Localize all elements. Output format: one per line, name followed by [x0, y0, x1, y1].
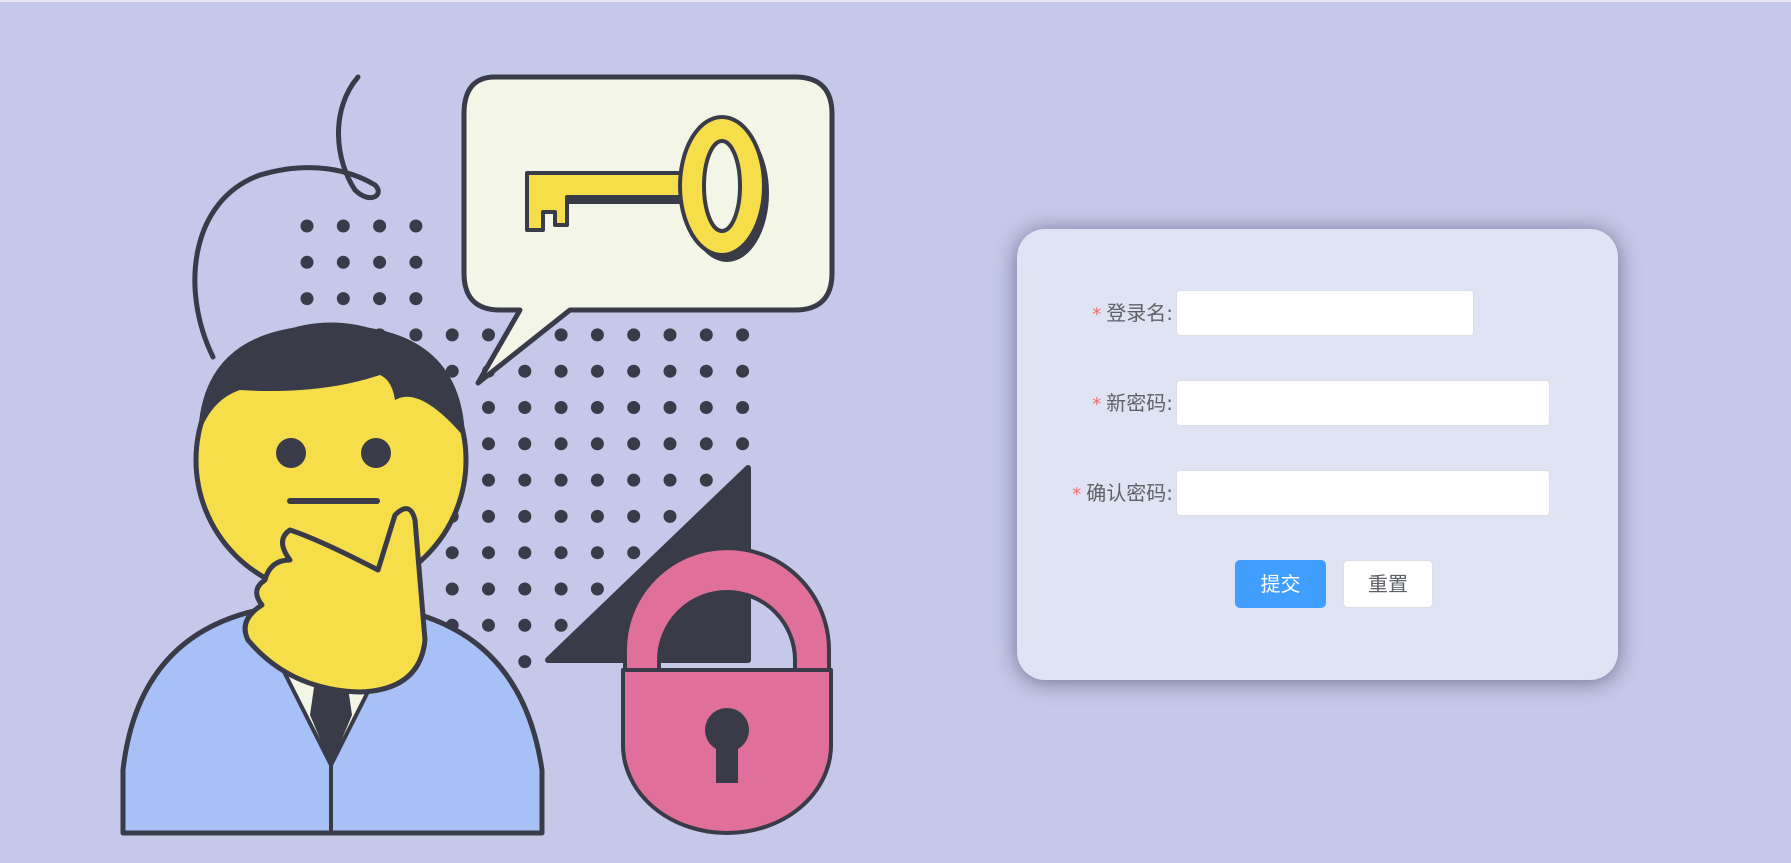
login-name-row: * 登录名:: [1017, 290, 1618, 336]
new-password-label: * 新密码:: [1092, 391, 1173, 415]
pattern-dot: [554, 437, 568, 451]
pattern-dot: [518, 364, 532, 378]
swirl-line: [192, 74, 381, 360]
pattern-dot: [554, 618, 568, 632]
pattern-dot: [627, 473, 641, 487]
pattern-dot: [373, 292, 387, 306]
pattern-dot: [663, 364, 677, 378]
pattern-dot: [699, 473, 713, 487]
pattern-dot: [736, 364, 750, 378]
pattern-dot: [663, 473, 677, 487]
pattern-dot: [518, 582, 532, 596]
pattern-dot: [736, 401, 750, 414]
pattern-dot: [627, 328, 641, 342]
forgot-password-illustration: [120, 74, 835, 836]
pattern-dot: [409, 328, 423, 342]
pattern-dot: [300, 219, 314, 233]
pattern-dot: [627, 364, 641, 378]
pattern-dot: [554, 509, 568, 523]
pattern-dot: [663, 509, 677, 523]
pattern-dot: [482, 437, 495, 451]
reset-password-card: * 登录名: * 新密码: * 确认密码: 提交 重置: [1017, 229, 1618, 680]
pattern-dot: [627, 401, 641, 414]
pattern-dot: [699, 364, 713, 378]
pattern-dot: [336, 255, 350, 269]
pattern-dot: [482, 618, 495, 632]
pattern-dot: [590, 437, 604, 451]
required-mark: *: [1092, 304, 1102, 325]
required-mark: *: [1092, 394, 1102, 415]
pattern-dot: [699, 328, 713, 342]
required-mark: *: [1072, 484, 1082, 505]
pattern-dot: [663, 401, 677, 414]
confirm-password-row: * 确认密码:: [1017, 470, 1618, 516]
pattern-dot: [590, 546, 604, 560]
pattern-dot: [627, 546, 641, 560]
pattern-dot: [373, 219, 387, 233]
pattern-dot: [518, 546, 532, 560]
pattern-dot: [736, 328, 750, 342]
pattern-dot: [518, 509, 532, 523]
pattern-dot: [627, 509, 641, 523]
login-name-input[interactable]: [1176, 290, 1474, 336]
login-name-label: * 登录名:: [1092, 301, 1173, 325]
pattern-dot: [482, 546, 495, 560]
pattern-dot: [482, 582, 495, 596]
pattern-dot: [590, 328, 604, 342]
pattern-dot: [445, 582, 459, 596]
pattern-dot: [699, 437, 713, 451]
pattern-dot: [518, 401, 532, 414]
reset-button[interactable]: 重置: [1343, 560, 1433, 608]
pattern-dot: [409, 292, 423, 306]
pattern-dot: [336, 219, 350, 233]
pattern-dot: [736, 437, 750, 451]
pattern-dot: [554, 328, 568, 342]
pattern-dot: [554, 473, 568, 487]
new-password-input[interactable]: [1176, 380, 1550, 426]
pattern-dot: [554, 546, 568, 560]
pattern-dot: [445, 546, 459, 560]
confirm-password-label: * 确认密码:: [1072, 481, 1173, 505]
pattern-dot: [482, 473, 495, 487]
pattern-dot: [336, 292, 350, 306]
pattern-dot: [554, 401, 568, 414]
pattern-dot: [518, 618, 532, 632]
pattern-dot: [627, 437, 641, 451]
pattern-dot: [482, 328, 495, 342]
submit-button[interactable]: 提交: [1235, 560, 1326, 608]
pattern-dot: [518, 655, 532, 669]
pattern-dot: [590, 473, 604, 487]
new-password-row: * 新密码:: [1017, 380, 1618, 426]
confirm-password-input[interactable]: [1176, 470, 1550, 516]
pattern-dot: [409, 219, 423, 233]
pattern-dot: [663, 437, 677, 451]
pattern-dot: [590, 509, 604, 523]
pattern-dot: [409, 255, 423, 269]
pattern-dot: [663, 328, 677, 342]
pattern-dot: [554, 582, 568, 596]
padlock-icon: [621, 546, 833, 835]
pattern-dot: [590, 582, 604, 596]
pattern-dot: [373, 255, 387, 269]
pattern-dot: [554, 364, 568, 378]
pattern-dot: [699, 401, 713, 414]
thinking-person-icon: [120, 322, 545, 836]
pattern-dot: [590, 364, 604, 378]
pattern-dot: [518, 473, 532, 487]
pattern-dot: [482, 401, 495, 414]
pattern-dot: [482, 509, 495, 523]
speech-bubble-icon: [461, 74, 835, 386]
pattern-dot: [518, 437, 532, 451]
pattern-dot: [300, 255, 314, 269]
pattern-dot: [300, 292, 314, 306]
pattern-dot: [590, 401, 604, 414]
pattern-dot: [445, 328, 459, 342]
